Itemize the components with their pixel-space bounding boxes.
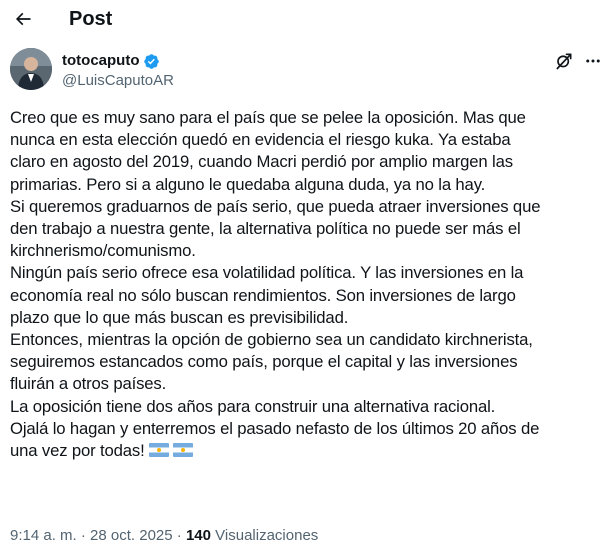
more-options-button[interactable] xyxy=(582,50,604,72)
post-time[interactable]: 9:14 a. m. xyxy=(10,527,77,544)
grok-icon xyxy=(556,53,572,70)
tweet-line: Ningún país serio ofrece esa volatilidad… xyxy=(10,263,524,283)
author-name-row: totocaputo xyxy=(62,52,160,70)
grok-button[interactable] xyxy=(553,50,575,72)
tweet-line: La oposición tiene dos años para constru… xyxy=(10,396,496,416)
tweet-line: Ojalá lo hagan y enterremos el pasado ne… xyxy=(10,418,540,438)
top-bar: Post xyxy=(0,0,610,38)
page-title: Post xyxy=(69,8,113,30)
meta-separator: · xyxy=(80,527,86,544)
meta-separator: · xyxy=(176,527,182,544)
tweet-line: primarias. Pero si a alguno le quedaba a… xyxy=(10,174,486,194)
tweet-line: seguiremos estancados como país, porque … xyxy=(10,352,518,372)
author-handle[interactable]: @LuisCaputoAR xyxy=(62,72,174,90)
tweet-text: Creo que es muy sano para el país que se… xyxy=(10,107,606,462)
flag-argentina-icon xyxy=(172,443,193,458)
author-name[interactable]: totocaputo xyxy=(62,52,139,70)
tweet-line: Si queremos graduarnos de país serio, qu… xyxy=(10,196,541,216)
arrow-left-icon xyxy=(15,12,31,26)
post-meta: 9:14 a. m. · 28 oct. 2025 · 140 Visualiz… xyxy=(10,527,318,545)
tweet-line: nunca en esta elección quedó en evidenci… xyxy=(10,130,511,150)
tweet-line: claro en agosto del 2019, cuando Macri p… xyxy=(10,152,513,172)
avatar[interactable] xyxy=(10,48,52,90)
tweet-line: den trabajo a nuestra gente, la alternat… xyxy=(10,219,521,239)
verified-badge-icon[interactable] xyxy=(143,53,160,70)
more-icon xyxy=(586,59,600,63)
avatar-photo xyxy=(10,48,52,90)
views-count: 140 xyxy=(185,527,211,544)
tweet-line: Entonces, mientras la opción de gobierno… xyxy=(10,330,533,350)
tweet-line: plazo que lo que más buscan es previsibi… xyxy=(10,307,349,327)
flag-argentina-icon xyxy=(148,443,169,458)
tweet-line-text: una vez por todas! xyxy=(10,441,145,461)
tweet-last-line: una vez por todas! xyxy=(10,440,606,462)
tweet-line: kirchnerismo/comunismo. xyxy=(10,241,196,261)
tweet-line: economía real no sólo buscan rendimiento… xyxy=(10,285,516,305)
views-label: Visualizaciones xyxy=(215,527,319,544)
tweet-line: Creo que es muy sano para el país que se… xyxy=(10,108,526,127)
post-date[interactable]: 28 oct. 2025 xyxy=(90,527,173,544)
tweet-line: fluirán a otros países. xyxy=(10,374,167,394)
back-button[interactable] xyxy=(8,4,38,34)
